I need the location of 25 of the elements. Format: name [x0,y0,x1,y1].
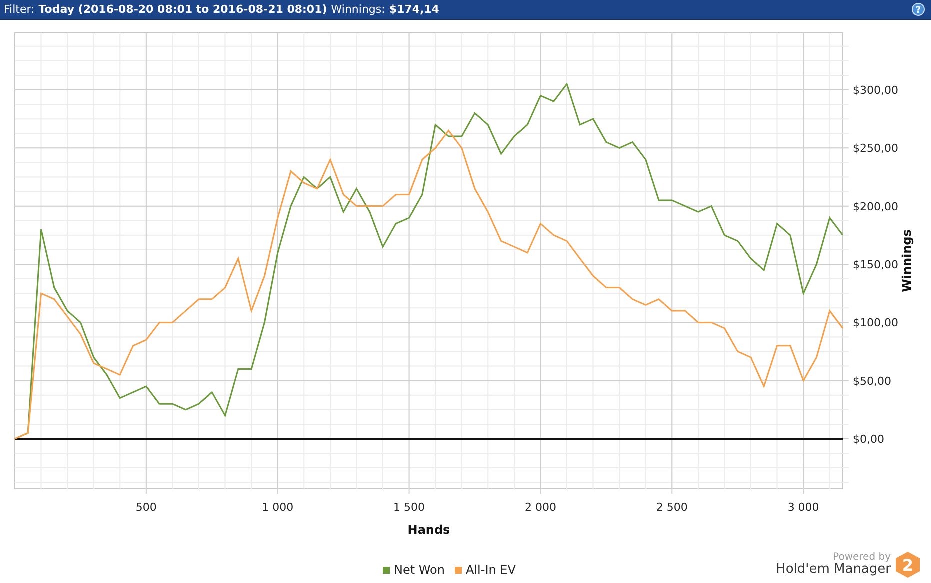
x-tick-label: 1 000 [262,501,294,514]
brand-logo: 2 [895,551,921,579]
winnings-label: Winnings: [331,3,386,16]
x-tick-label: 500 [136,501,157,514]
y-tick-label: $300,00 [853,84,898,97]
x-tick-label: 1 500 [394,501,426,514]
legend-label: All-In EV [466,563,516,577]
x-tick-label: 2 500 [656,501,688,514]
y-tick-label: $0,00 [853,432,884,446]
y-tick-label: $150,00 [853,258,898,272]
y-tick-label: $50,00 [853,374,892,388]
brand-name: Hold'em Manager [776,563,891,578]
filter-label: Filter: [4,3,35,16]
x-tick-label: 2 000 [524,501,556,514]
legend-label: Net Won [394,563,445,577]
filter-value: Today (2016-08-20 08:01 to 2016-08-21 08:01) [38,3,328,16]
y-tick-label: $100,00 [853,316,898,330]
help-icon[interactable]: ? [912,3,925,16]
powered-by-text: Powered by [833,552,891,564]
y-axis-title: Winnings [900,230,914,292]
y-tick-label: $200,00 [853,200,898,214]
x-tick-label: 3 000 [788,501,820,514]
x-axis-title: Hands [408,523,450,537]
winnings-value: $174,14 [389,3,440,16]
y-tick-label: $250,00 [853,142,898,156]
